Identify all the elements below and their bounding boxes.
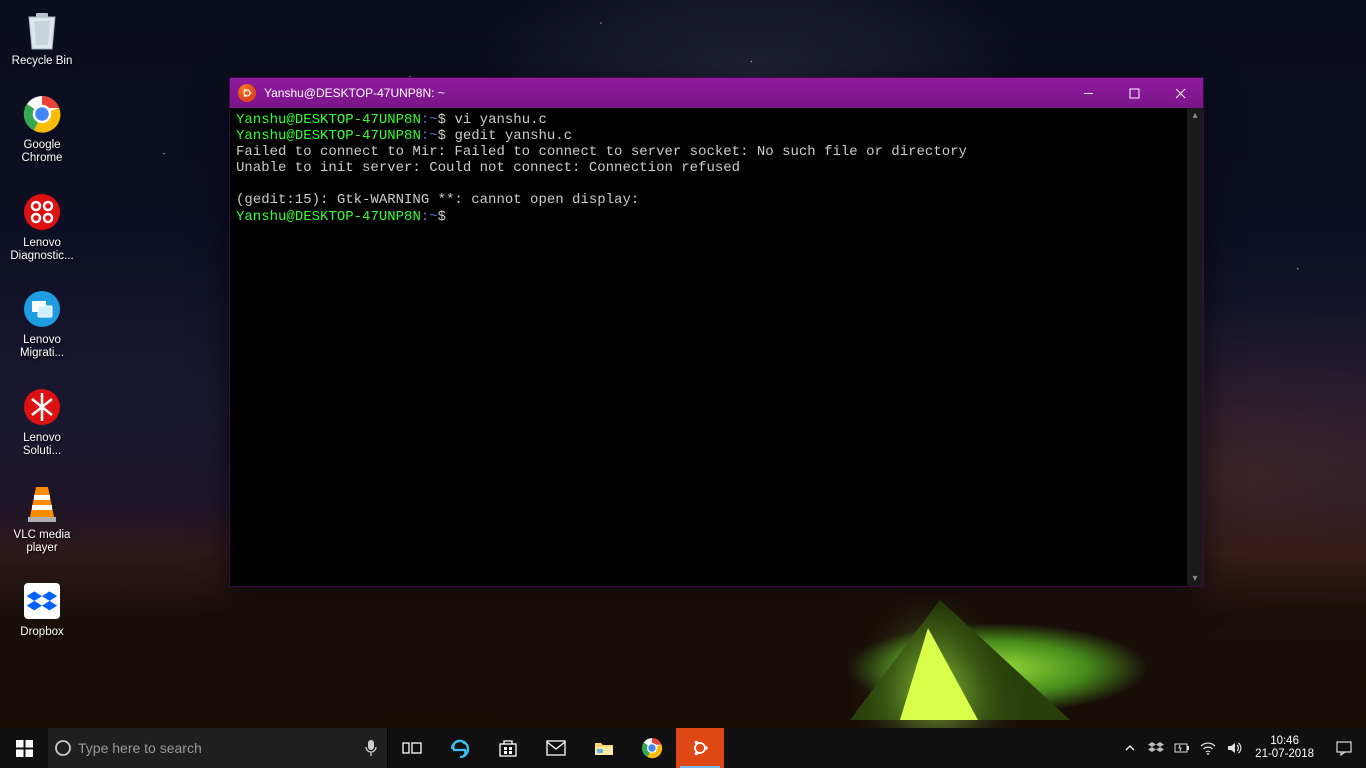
terminal-output-line: Unable to init server: Could not connect…	[236, 160, 740, 176]
prompt-host: DESKTOP-47UNP8N	[295, 209, 421, 225]
microphone-icon[interactable]	[355, 739, 387, 757]
taskview-icon	[402, 740, 422, 756]
taskbar-file-explorer[interactable]	[580, 728, 628, 768]
terminal-output-line: (gedit:15): Gtk-WARNING **: cannot open …	[236, 192, 639, 208]
desktop-icon-lenovo-migration[interactable]: Lenovo Migrati...	[6, 285, 78, 362]
prompt-user: Yanshu	[236, 128, 286, 144]
desktop-icon-vlc[interactable]: VLC media player	[6, 480, 78, 557]
terminal-title: Yanshu@DESKTOP-47UNP8N: ~	[264, 86, 1065, 100]
taskbar-store[interactable]	[484, 728, 532, 768]
terminal-scrollbar[interactable]: ▴ ▾	[1187, 108, 1203, 586]
minimize-button[interactable]	[1065, 78, 1111, 108]
prompt-sep: @	[286, 128, 294, 144]
mail-icon	[545, 739, 567, 757]
desktop-icon-lenovo-solution[interactable]: Lenovo Soluti...	[6, 383, 78, 460]
taskbar-ubuntu[interactable]	[676, 728, 724, 768]
ubuntu-icon	[689, 737, 711, 759]
desktop-icon-lenovo-diagnostics[interactable]: Lenovo Diagnostic...	[6, 188, 78, 265]
taskbar-clock[interactable]: 10:46 21-07-2018	[1247, 735, 1322, 761]
prompt-path: ~	[429, 209, 437, 225]
action-center-button[interactable]	[1322, 740, 1366, 756]
taskbar-mail[interactable]	[532, 728, 580, 768]
prompt-sep: @	[286, 209, 294, 225]
taskbar-edge[interactable]	[436, 728, 484, 768]
search-placeholder: Type here to search	[78, 740, 355, 756]
store-icon	[497, 737, 519, 759]
terminal-content[interactable]: Yanshu@DESKTOP-47UNP8N:~$ vi yanshu.c Ya…	[230, 108, 1187, 586]
taskbar-task-view[interactable]	[388, 728, 436, 768]
desktop-icon-google-chrome[interactable]: Google Chrome	[6, 90, 78, 167]
desktop-icon-dropbox[interactable]: Dropbox	[6, 577, 78, 641]
vlc-icon	[20, 482, 64, 526]
clock-time: 10:46	[1255, 735, 1314, 748]
prompt-dollar: $	[438, 112, 446, 128]
system-tray: 10:46 21-07-2018	[1117, 728, 1366, 768]
scroll-up-icon[interactable]: ▴	[1192, 108, 1197, 123]
chrome-icon	[20, 92, 64, 136]
lenovo-diagnostics-icon	[20, 190, 64, 234]
lenovo-solution-icon	[20, 385, 64, 429]
prompt-colon: :	[421, 209, 429, 225]
edge-icon	[449, 737, 471, 759]
scroll-down-icon[interactable]: ▾	[1192, 571, 1197, 586]
tray-chevron-up-icon[interactable]	[1117, 742, 1143, 754]
prompt-path: ~	[429, 112, 437, 128]
prompt-host: DESKTOP-47UNP8N	[295, 128, 421, 144]
terminal-window: Yanshu@DESKTOP-47UNP8N: ~ Yanshu@DESKTOP…	[229, 77, 1204, 587]
desktop-icon-label: VLC media player	[8, 529, 76, 555]
maximize-button[interactable]	[1111, 78, 1157, 108]
desktop-icon-recycle-bin[interactable]: Recycle Bin	[6, 6, 78, 70]
prompt-sep: @	[286, 112, 294, 128]
start-button[interactable]	[0, 728, 48, 768]
taskbar-search[interactable]: Type here to search	[48, 728, 388, 768]
prompt-dollar: $	[438, 128, 446, 144]
prompt-colon: :	[421, 128, 429, 144]
recycle-bin-icon	[20, 8, 64, 52]
desktop-icons-column: Recycle Bin Google Chrome Lenovo Diagnos…	[6, 6, 86, 642]
wallpaper-tent	[810, 580, 1070, 730]
tray-wifi-icon[interactable]	[1195, 741, 1221, 755]
desktop-icon-label: Recycle Bin	[12, 55, 73, 68]
ubuntu-icon	[238, 84, 256, 102]
prompt-path: ~	[429, 128, 437, 144]
chrome-icon	[641, 737, 663, 759]
prompt-user: Yanshu	[236, 112, 286, 128]
prompt-dollar: $	[438, 209, 446, 225]
close-button[interactable]	[1157, 78, 1203, 108]
terminal-cmd-1: vi yanshu.c	[446, 112, 547, 128]
desktop-icon-label: Dropbox	[20, 626, 63, 639]
taskbar: Type here to search 10:46 21-07-2018	[0, 728, 1366, 768]
desktop-icon-label: Lenovo Soluti...	[8, 432, 76, 458]
cortana-icon	[48, 739, 78, 757]
tray-dropbox-icon[interactable]	[1143, 741, 1169, 755]
folder-icon	[593, 739, 615, 757]
tray-volume-icon[interactable]	[1221, 741, 1247, 755]
prompt-colon: :	[421, 112, 429, 128]
lenovo-migration-icon	[20, 287, 64, 331]
terminal-cmd-2: gedit yanshu.c	[446, 128, 572, 144]
dropbox-icon	[20, 579, 64, 623]
prompt-host: DESKTOP-47UNP8N	[295, 112, 421, 128]
terminal-titlebar[interactable]: Yanshu@DESKTOP-47UNP8N: ~	[230, 78, 1203, 108]
clock-date: 21-07-2018	[1255, 748, 1314, 761]
desktop-icon-label: Lenovo Migrati...	[8, 334, 76, 360]
terminal-output-line: Failed to connect to Mir: Failed to conn…	[236, 144, 967, 160]
tray-power-icon[interactable]	[1169, 742, 1195, 754]
prompt-user: Yanshu	[236, 209, 286, 225]
taskbar-chrome[interactable]	[628, 728, 676, 768]
desktop-icon-label: Lenovo Diagnostic...	[8, 237, 76, 263]
desktop-icon-label: Google Chrome	[8, 139, 76, 165]
